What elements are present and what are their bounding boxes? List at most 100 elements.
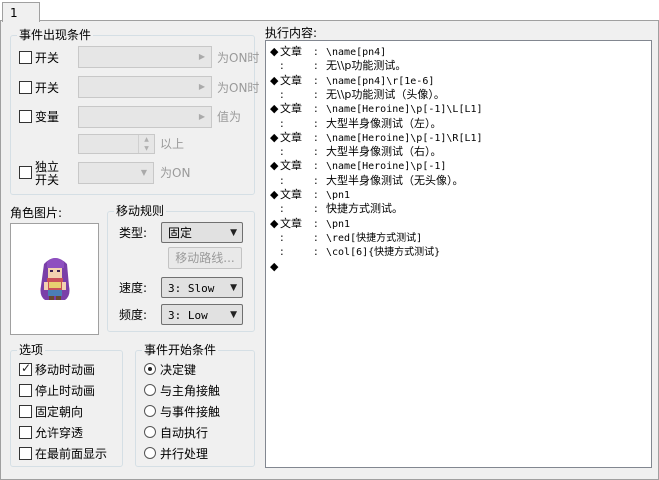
switch2-label: 开关 <box>35 81 60 95</box>
command-line[interactable]: :: 大型半身像测试（右）。 <box>270 145 442 159</box>
command-line[interactable]: :: 无\\p功能测试（头像）。 <box>270 88 445 102</box>
trigger-parallel-label: 并行处理 <box>160 447 209 461</box>
variable-select[interactable]: ▶ <box>78 106 212 128</box>
tab-label: 1 <box>10 6 18 20</box>
trigger-action-button-radio[interactable] <box>144 363 156 375</box>
command-text: 无\\p功能测试。 <box>326 59 407 73</box>
trigger-title: 事件开始条件 <box>142 343 219 357</box>
move-type-select[interactable]: 固定 ▼ <box>161 222 243 243</box>
command-marker: ◆ <box>270 45 279 58</box>
command-line[interactable]: :: 快捷方式测试。 <box>270 202 403 216</box>
command-separator: : <box>314 145 318 159</box>
command-text: 大型半身像测试（左）。 <box>326 116 442 130</box>
option-direction-fix-checkbox[interactable] <box>19 405 32 418</box>
command-text: 大型半身像测试（右）。 <box>326 145 442 159</box>
option-step-anim-checkbox[interactable] <box>19 384 32 397</box>
variable-checkbox[interactable] <box>19 110 32 123</box>
command-head: 文章 <box>280 45 302 58</box>
move-route-button[interactable]: 移动路线... <box>168 247 242 269</box>
self-switch-select[interactable]: ▼ <box>78 162 154 184</box>
variable-label: 变量 <box>35 110 60 124</box>
chevron-down-icon: ▼ <box>230 310 237 320</box>
spinner-arrows-icon[interactable]: ▲ ▼ <box>138 135 154 153</box>
tab-page-1[interactable]: 1 <box>2 2 40 22</box>
command-code: \col[6]{快捷方式测试} <box>326 247 441 259</box>
move-freq-select[interactable]: 3: Low ▼ <box>161 304 243 325</box>
command-line[interactable]: :: \red[快捷方式测试] <box>270 231 422 245</box>
command-line[interactable]: :: 大型半身像测试（左）。 <box>270 117 442 131</box>
trigger-autorun-radio[interactable] <box>144 426 156 438</box>
command-separator: : <box>314 245 318 259</box>
command-code: \name[Heroine]\p[-1]\R[L1] <box>326 132 483 144</box>
command-separator: : <box>314 188 318 201</box>
command-line[interactable]: ◆ 文章: \name[pn4]\r[1e-6] <box>270 74 434 88</box>
command-marker: ◆ <box>270 188 279 201</box>
variable-value-suffix: 以上 <box>160 137 185 151</box>
options-title: 选项 <box>17 343 46 357</box>
move-speed-label: 速度: <box>119 281 148 295</box>
command-marker: ◆ <box>270 73 279 87</box>
command-separator: : <box>314 216 318 230</box>
command-head: : <box>280 145 284 159</box>
switch1-checkbox[interactable] <box>19 51 32 64</box>
trigger-event-touch-radio[interactable] <box>144 405 156 417</box>
self-switch-checkbox[interactable] <box>19 166 32 179</box>
self-switch-label-1: 独立 <box>35 160 60 174</box>
self-switch-suffix: 为ON <box>160 166 191 180</box>
command-line[interactable]: :: 大型半身像测试（无头像）。 <box>270 174 464 188</box>
trigger-action-button-label: 决定键 <box>160 363 197 377</box>
command-line[interactable]: ◆ 文章: \name[Heroine]\p[-1]\R[L1] <box>270 131 483 145</box>
command-code: \pn1 <box>326 218 351 230</box>
chevron-down-icon: ▼ <box>230 283 237 293</box>
switch2-checkbox[interactable] <box>19 81 32 94</box>
command-line[interactable]: ◆ 文章: \pn1 <box>270 217 350 231</box>
option-through-checkbox[interactable] <box>19 426 32 439</box>
command-separator: : <box>314 159 318 173</box>
option-always-on-top-checkbox[interactable] <box>19 447 32 460</box>
move-type-label: 类型: <box>119 226 148 240</box>
command-head: : <box>280 116 284 130</box>
trigger-player-touch-radio[interactable] <box>144 384 156 396</box>
command-line[interactable]: :: 无\\p功能测试。 <box>270 59 406 73</box>
option-walk-anim-checkbox[interactable] <box>19 361 32 376</box>
event-commands-list[interactable]: ◆ 文章: \name[pn4]:: 无\\p功能测试。 ◆ 文章: \name[pn4]\… <box>265 40 652 468</box>
command-head: : <box>280 202 284 216</box>
character-sprite-icon <box>40 258 70 300</box>
option-through-label: 允许穿透 <box>35 426 84 440</box>
command-head: : <box>280 245 284 259</box>
command-text: 快捷方式测试。 <box>326 202 403 216</box>
movement-title: 移动规则 <box>114 204 167 218</box>
command-line[interactable]: ◆ <box>270 260 326 274</box>
chevron-right-icon: ▶ <box>198 52 206 61</box>
command-separator: : <box>314 116 318 130</box>
command-line[interactable]: ◆ 文章: \name[pn4] <box>270 45 386 59</box>
chevron-right-icon: ▶ <box>198 82 206 91</box>
command-code: \name[pn4] <box>326 47 387 58</box>
move-type-value: 固定 <box>168 226 193 240</box>
trigger-parallel-radio[interactable] <box>144 447 156 459</box>
command-separator: : <box>314 59 318 73</box>
command-marker: ◆ <box>270 259 279 273</box>
command-line[interactable]: ◆ 文章: \name[Heroine]\p[-1]\L[L1] <box>270 102 483 116</box>
command-head: 文章 <box>280 216 302 230</box>
conditions-title: 事件出现条件 <box>17 28 94 42</box>
command-separator: : <box>314 87 318 101</box>
command-separator: : <box>314 102 318 116</box>
switch1-suffix: 为ON时 <box>217 51 260 65</box>
move-speed-select[interactable]: 3: Slow ▼ <box>161 277 243 298</box>
trigger-player-touch-label: 与主角接触 <box>160 384 221 398</box>
trigger-event-touch-label: 与事件接触 <box>160 405 221 419</box>
command-line[interactable]: ◆ 文章: \pn1 <box>270 188 350 202</box>
switch1-select[interactable]: ▶ <box>78 46 212 68</box>
switch2-select[interactable]: ▶ <box>78 76 212 98</box>
command-code: \name[Heroine]\p[-1]\L[L1] <box>326 104 483 116</box>
variable-value-spinner[interactable]: ▲ ▼ <box>78 134 155 154</box>
graphic-title: 角色图片: <box>10 206 63 220</box>
command-line[interactable]: :: \col[6]{快捷方式测试} <box>270 245 440 259</box>
command-separator: : <box>314 173 318 187</box>
character-graphic[interactable] <box>10 223 99 335</box>
command-head: : <box>280 59 284 73</box>
chevron-down-icon: ▼ <box>140 168 148 177</box>
command-line[interactable]: ◆ 文章: \name[Heroine]\p[-1] <box>270 159 446 173</box>
command-head: : <box>280 230 284 244</box>
